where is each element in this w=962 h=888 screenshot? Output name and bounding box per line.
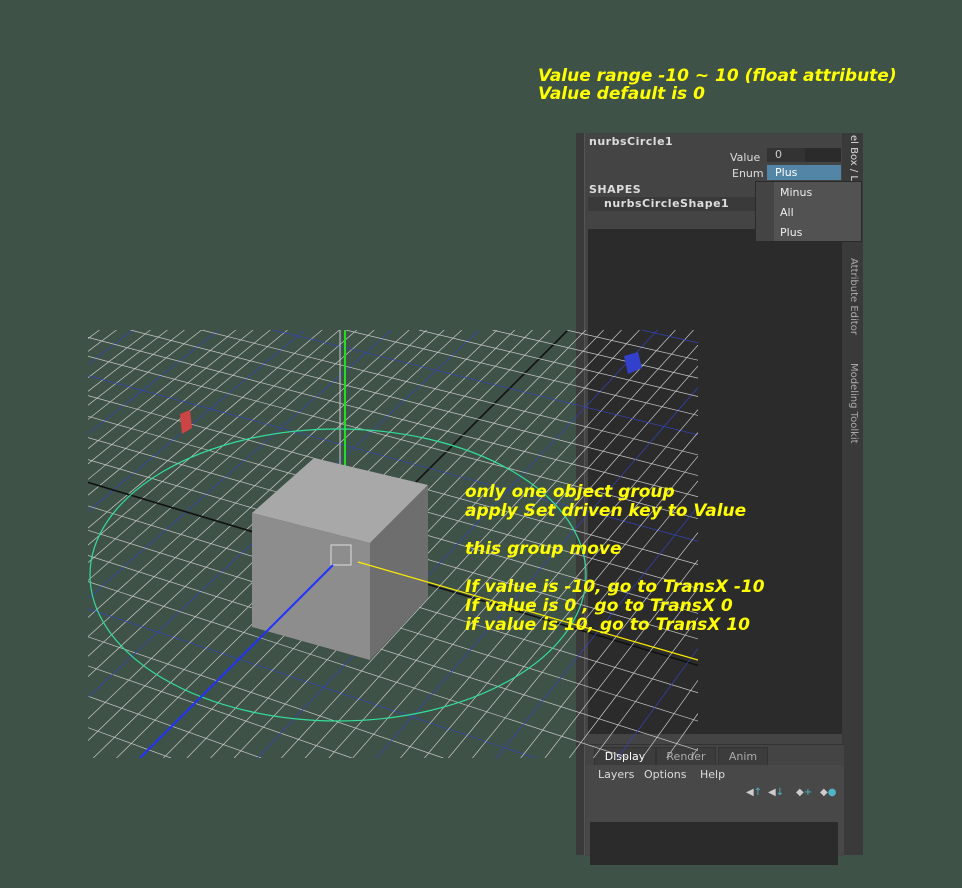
move-layer-up-icon[interactable]: ◀↑ bbox=[746, 787, 762, 799]
grid-line bbox=[88, 330, 271, 480]
view-marker-red bbox=[180, 410, 192, 434]
value-text: 0 bbox=[775, 148, 782, 161]
grid-line bbox=[88, 330, 117, 352]
attr-label-enum: Enum bbox=[732, 167, 764, 180]
grid-line bbox=[88, 337, 698, 498]
enum-field[interactable]: Plus bbox=[767, 165, 841, 180]
layer-menu-bar: Layers Options Help ◀↑ ◀↓ ◆+ ◆● bbox=[586, 765, 844, 865]
shapes-header: SHAPES bbox=[589, 183, 642, 196]
grid-line bbox=[88, 695, 262, 758]
grid-line bbox=[641, 680, 698, 758]
shape-name: nurbsCircleShape1 bbox=[604, 197, 730, 210]
tab-modeling-toolkit[interactable]: Modeling Toolkit bbox=[845, 363, 859, 444]
option-minus[interactable]: Minus bbox=[780, 186, 812, 199]
view-cube-blue[interactable] bbox=[624, 352, 642, 374]
grid-line bbox=[201, 330, 698, 456]
tab-attribute-editor[interactable]: Attribute Editor bbox=[845, 258, 859, 335]
grid-line bbox=[617, 648, 698, 758]
cube[interactable] bbox=[252, 458, 428, 660]
value-field[interactable]: 0 bbox=[767, 148, 841, 162]
grid-line bbox=[88, 330, 100, 339]
grid-line bbox=[88, 330, 168, 392]
grid-line bbox=[492, 330, 698, 379]
menu-layers[interactable]: Layers bbox=[598, 768, 634, 781]
annotation-middle: only one object group apply Set driven k… bbox=[465, 482, 765, 635]
attr-label-value: Value bbox=[730, 151, 761, 164]
grid-line bbox=[88, 330, 202, 420]
tab-anim[interactable]: Anim bbox=[718, 747, 768, 766]
grid-line bbox=[641, 330, 698, 344]
enum-dropdown: Minus All Plus bbox=[755, 181, 862, 242]
new-layer-from-selected-icon[interactable]: ◆● bbox=[820, 787, 836, 799]
shape-row[interactable]: nurbsCircleShape1 bbox=[588, 197, 768, 211]
layer-list bbox=[590, 822, 838, 865]
grid-line bbox=[130, 330, 698, 476]
z-axis-blue bbox=[139, 564, 334, 758]
object-name[interactable]: nurbsCircle1 bbox=[589, 135, 673, 148]
new-layer-icon[interactable]: ◆+ bbox=[796, 787, 812, 799]
menu-help[interactable]: Help bbox=[700, 768, 725, 781]
option-plus[interactable]: Plus bbox=[780, 226, 802, 239]
grid-line bbox=[88, 330, 305, 512]
grid-line bbox=[666, 713, 698, 758]
tab-channel-box[interactable]: el Box / L bbox=[845, 135, 859, 181]
grid-line bbox=[88, 665, 352, 758]
grid-line bbox=[88, 727, 172, 758]
option-all[interactable]: All bbox=[780, 206, 794, 219]
layer-editor: Display Render Anim Layers Options Help … bbox=[586, 744, 844, 865]
move-layer-down-icon[interactable]: ◀↓ bbox=[768, 787, 784, 799]
annotation-top: Value range -10 ~ 10 (float attribute) V… bbox=[538, 66, 897, 104]
menu-options[interactable]: Options bbox=[644, 768, 686, 781]
grid-line bbox=[88, 636, 444, 758]
